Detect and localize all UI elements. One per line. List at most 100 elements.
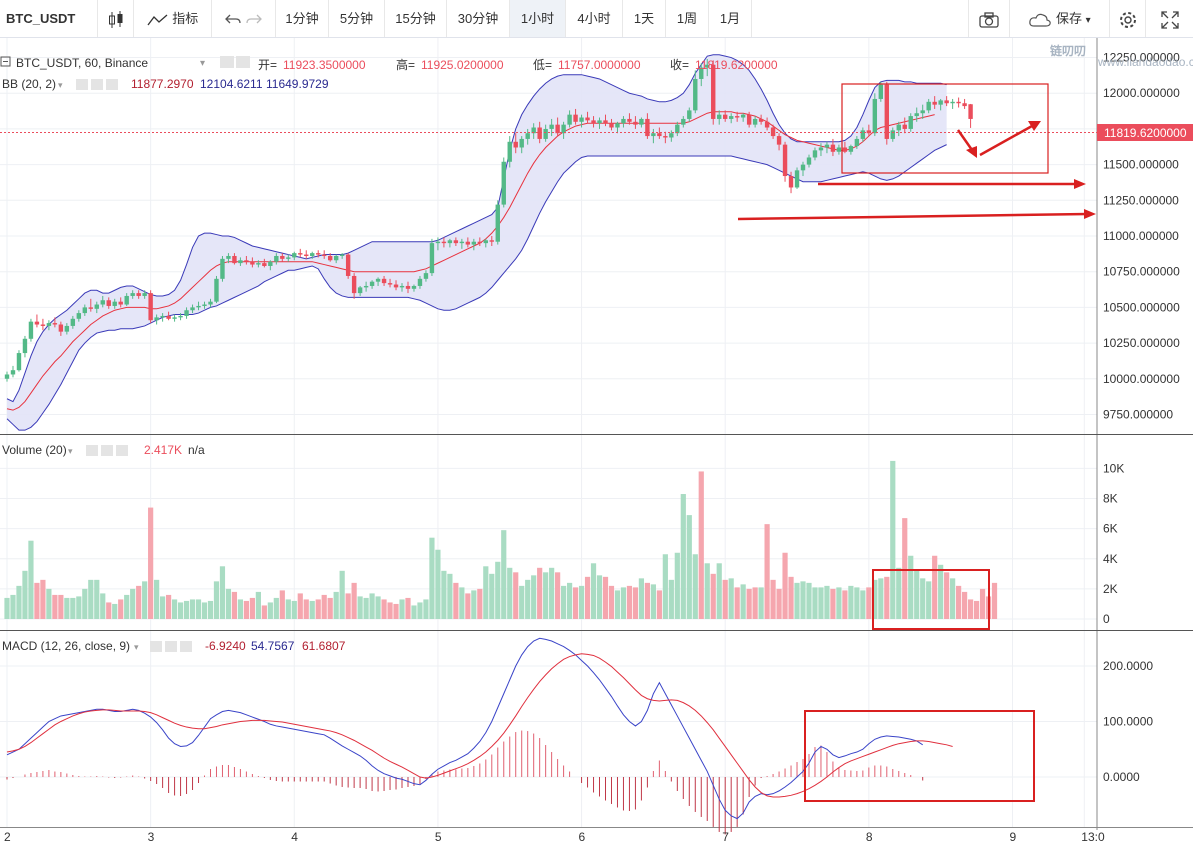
settings-small-icon[interactable] <box>91 79 103 90</box>
settings-small-icon[interactable] <box>165 641 177 652</box>
chart-area[interactable]: 12250.00000012000.00000011750.0000001150… <box>0 38 1193 844</box>
volume-bar <box>710 573 716 619</box>
candle-body <box>333 255 339 261</box>
chevron-down-icon[interactable]: ▾ <box>58 80 63 90</box>
candle-body <box>746 114 752 125</box>
volume-bar <box>698 471 704 619</box>
volume-bar <box>650 584 656 619</box>
volume-bar <box>225 588 232 619</box>
candle-body <box>411 285 417 289</box>
interval-button[interactable]: 1周 <box>666 0 709 37</box>
fullscreen-button[interactable] <box>1146 0 1193 37</box>
settings-small-icon[interactable] <box>236 56 250 68</box>
volume-bar <box>668 579 674 619</box>
volume-bar <box>614 590 621 619</box>
price-tick-label: 11250.000000 <box>1103 193 1179 207</box>
save-button[interactable]: 保存 ▾ <box>1010 0 1110 37</box>
volume-bar <box>112 603 118 619</box>
close-icon[interactable] <box>116 445 128 456</box>
volume-bar <box>531 575 537 619</box>
volume-bar <box>10 594 16 619</box>
volume-bar <box>812 587 818 619</box>
settings-button[interactable] <box>1110 0 1146 37</box>
time-tick-label: 7 <box>722 830 729 844</box>
candle-body <box>154 317 159 321</box>
indicators-button[interactable]: 指标 <box>134 0 212 37</box>
interval-button[interactable]: 1小时 <box>510 0 566 37</box>
eye-icon[interactable] <box>150 641 162 652</box>
top-toolbar: BTC_USDT 指标 1分钟 5分钟 15分钟 30分钟 1小时 4小时 1天 1周 1月 保… <box>0 0 1193 38</box>
volume-bar <box>932 555 938 619</box>
low-label: 低= <box>533 58 552 72</box>
volume-bar <box>64 597 70 619</box>
volume-bar <box>878 578 884 619</box>
volume-bar <box>632 587 639 619</box>
volume-bar <box>213 581 220 619</box>
volume-bar <box>171 599 178 619</box>
interval-button[interactable]: 4小时 <box>566 0 623 37</box>
volume-bar <box>890 460 896 619</box>
interval-button[interactable]: 30分钟 <box>447 0 510 37</box>
candle-body <box>345 254 351 276</box>
macd-tick-label: 0.0000 <box>1103 770 1140 784</box>
volume-bar <box>106 602 112 619</box>
candle-body <box>405 285 411 289</box>
volume-bar <box>441 570 447 619</box>
candle-body <box>292 253 297 258</box>
interval-button[interactable]: 1天 <box>623 0 666 37</box>
candle-body <box>854 138 860 147</box>
redo-icon[interactable] <box>245 13 263 27</box>
volume-bar <box>459 587 465 619</box>
volume-bar <box>782 552 788 619</box>
volume-bar <box>788 576 794 619</box>
volume-bar <box>692 554 698 619</box>
snapshot-button[interactable] <box>968 0 1010 37</box>
interval-button[interactable]: 15分钟 <box>385 0 447 37</box>
time-tick-label: 4 <box>291 830 298 844</box>
settings-small-icon[interactable] <box>101 445 113 456</box>
drawings[interactable] <box>737 83 1096 802</box>
volume-bar <box>297 593 303 619</box>
volume-bar <box>489 573 495 619</box>
interval-button[interactable]: 1月 <box>709 0 752 37</box>
indicator-line-icon <box>147 14 168 25</box>
interval-button[interactable]: 1分钟 <box>276 0 329 37</box>
eye-icon[interactable] <box>76 79 88 90</box>
candle-body <box>238 260 243 264</box>
chevron-down-icon[interactable]: ▾ <box>200 58 205 69</box>
candle-body <box>423 273 429 279</box>
time-tick-label: 2 <box>4 830 11 844</box>
symbol-button[interactable]: BTC_USDT <box>0 0 98 37</box>
indicators-label: 指标 <box>172 11 199 26</box>
macd-histogram-value: -6.9240 <box>205 639 246 653</box>
undo-icon[interactable] <box>224 13 242 27</box>
annotation-box-macd[interactable] <box>804 710 1035 802</box>
volume-bar <box>477 588 483 619</box>
candle-body <box>130 293 135 296</box>
volume-bar <box>638 578 645 619</box>
macd-series <box>6 637 953 835</box>
eye-icon[interactable] <box>86 445 98 456</box>
volume-bar <box>519 585 525 619</box>
volume-bar <box>333 591 339 619</box>
chevron-down-icon[interactable]: ▾ <box>68 446 73 456</box>
close-icon[interactable] <box>180 641 192 652</box>
interval-button[interactable]: 5分钟 <box>329 0 385 37</box>
annotation-arrow-up[interactable] <box>979 124 1033 157</box>
volume-bar <box>118 599 124 619</box>
volume-tick-label: 10K <box>1103 461 1124 475</box>
candle-style-button[interactable] <box>98 0 134 37</box>
volume-bar <box>339 570 345 619</box>
high-label: 高= <box>396 57 415 72</box>
close-icon[interactable] <box>106 79 118 90</box>
chevron-down-icon[interactable]: ▾ <box>134 642 139 652</box>
volume-bar <box>303 599 309 619</box>
eye-icon[interactable] <box>220 56 234 68</box>
volume-bar <box>447 573 453 619</box>
low-value: 11757.0000000 <box>558 58 641 72</box>
candle-body <box>717 114 722 119</box>
candle-body <box>22 338 28 354</box>
annotation-arrow-support[interactable] <box>737 212 1089 221</box>
candle-body <box>435 241 441 244</box>
candle-body <box>250 261 255 265</box>
